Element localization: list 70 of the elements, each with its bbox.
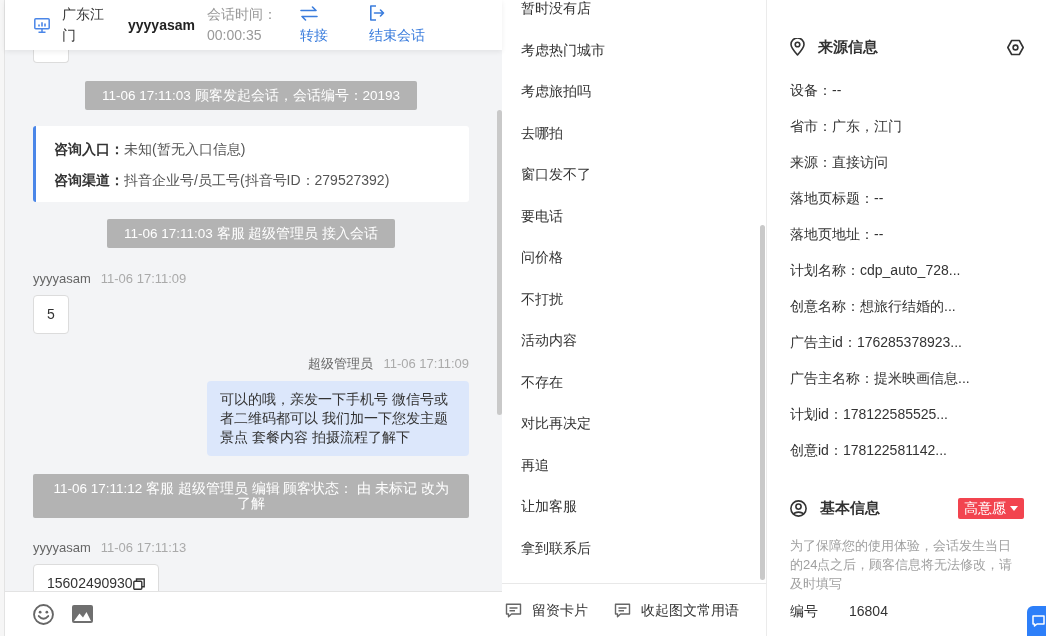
message-time: 11-06 17:11:13: [100, 540, 187, 555]
field-label: 编号: [790, 602, 819, 621]
user-icon: [790, 499, 807, 517]
system-notice: 11-06 17:11:12 客服 超级管理员 编辑 顾客状态： 由 未标记 改为了解: [33, 474, 469, 518]
field-value: 16804: [849, 602, 888, 621]
message-text: 5: [47, 305, 55, 324]
message-bubble: 可以的哦，亲发一下手机号 微信号或者二维码都可以 我们加一下您发主题景点 套餐内容 拍摄流程了解下: [207, 381, 469, 456]
caret-icon: [1010, 505, 1018, 511]
scrollbar-thumb[interactable]: [497, 110, 502, 415]
message-icon: [505, 602, 522, 618]
info-field: 创意名称：想旅行结婚的...: [790, 288, 1024, 324]
settings-icon: [1007, 38, 1024, 56]
customer-region: 广东江门: [62, 5, 105, 45]
quick-reply-item[interactable]: 要电话: [521, 207, 563, 224]
info-field: 计划名称：cdp_auto_728...: [790, 252, 1024, 288]
image-icon: [72, 605, 93, 623]
message-text: 15602490930: [47, 574, 133, 591]
sender-name: 超级管理员: [308, 356, 374, 371]
quick-reply-item[interactable]: 考虑旅拍吗: [521, 83, 591, 99]
scrollbar-thumb[interactable]: [760, 225, 765, 580]
emoji-icon: [33, 603, 54, 625]
quick-reply-item[interactable]: 问价格: [521, 249, 563, 265]
customer-name: yyyyasam: [128, 15, 195, 35]
end-session-button[interactable]: 结束会话: [368, 5, 425, 45]
location-pin-icon: [790, 38, 805, 56]
quick-reply-item[interactable]: 拿到联系后: [521, 539, 591, 556]
logout-icon: [368, 5, 385, 21]
transfer-button[interactable]: 转接: [299, 5, 328, 45]
info-field: 广告主id：176285378923...: [790, 324, 1024, 360]
toolbar-button[interactable]: 收起图文常用语: [614, 599, 739, 621]
quick-reply-item[interactable]: 活动内容: [521, 332, 577, 348]
field-value: 抖音企业号/员工号(抖音号ID：279527392): [124, 172, 390, 188]
session-time: 00:00:35: [206, 26, 263, 45]
info-field: 设备：--: [790, 72, 1024, 108]
field-label: 咨询入口：: [54, 141, 124, 157]
hint-text: 为了保障您的使用体验，会话发生当日的24点之后，顾客信息将无法修改，请及时填写: [790, 537, 1014, 593]
info-field: 广告主名称：提米映画信息...: [790, 360, 1024, 396]
quick-reply-item[interactable]: 不存在: [521, 373, 563, 390]
session-time-label: 会话时间：: [206, 5, 277, 24]
quick-reply-item[interactable]: 再追: [521, 456, 549, 473]
info-field: 计划id：178122585525...: [790, 396, 1024, 432]
quick-reply-item[interactable]: 暂时没有店: [521, 0, 591, 16]
message-time: 11-06 17:11:09: [383, 356, 469, 371]
quick-reply-item[interactable]: 窗口发不了: [521, 166, 591, 182]
system-notice: 11-06 17:11:03 顾客发起会话，会话编号：20193: [84, 81, 418, 110]
info-field: 落地页标题：--: [790, 180, 1024, 216]
field-value: 未知(暂无入口信息): [124, 141, 246, 157]
quick-reply-item[interactable]: 让加客服: [521, 498, 577, 514]
message-time: 11-06 17:11:09: [100, 271, 187, 286]
intent-dropdown[interactable]: 高意愿: [958, 497, 1024, 519]
section-title: 基本信息: [820, 497, 880, 518]
swap-arrows-icon: [299, 5, 318, 21]
info-field: 来源：直接访问: [790, 144, 1024, 180]
info-field: 落地页地址：--: [790, 216, 1024, 252]
quick-reply-item[interactable]: 考虑热门城市: [521, 41, 605, 58]
monitor-icon: [34, 17, 50, 33]
section-title: 来源信息: [818, 36, 878, 57]
toolbar-button[interactable]: 留资卡片: [505, 599, 588, 621]
chat-icon: [1032, 615, 1045, 627]
floating-chat-button[interactable]: [1027, 606, 1046, 636]
sender-name: yyyyasam: [33, 271, 91, 286]
system-notice: 11-06 17:11:03 客服 超级管理员 接入会话: [106, 219, 396, 248]
field-label: 咨询渠道：: [54, 172, 124, 188]
quick-reply-item[interactable]: 去哪拍: [521, 124, 563, 141]
info-field: 省市：广东，江门: [790, 108, 1024, 144]
info-field: 创意id：178122581142...: [790, 432, 1024, 468]
quick-reply-item[interactable]: 不打扰: [521, 290, 563, 307]
quick-reply-item[interactable]: 对比再决定: [521, 415, 591, 431]
message-icon: [614, 602, 631, 618]
sender-name: yyyyasam: [33, 540, 91, 555]
